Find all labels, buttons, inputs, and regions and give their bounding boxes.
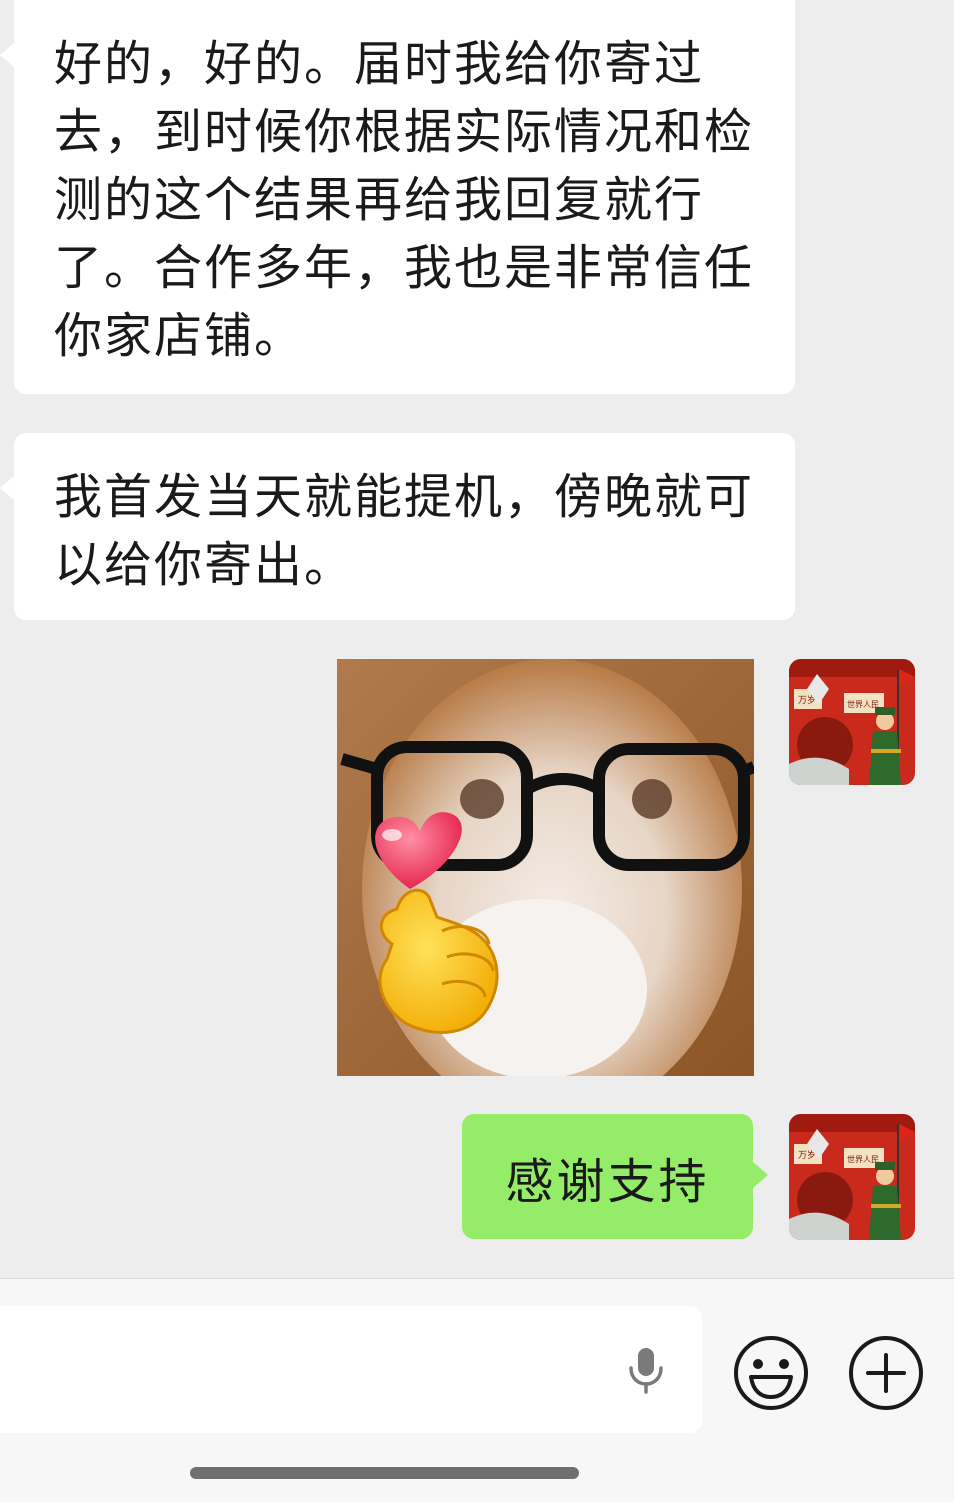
plus-icon[interactable] (846, 1333, 926, 1413)
dog-glasses-sticker (337, 659, 757, 1119)
user-avatar[interactable]: 万岁 世界人民 (789, 1114, 915, 1240)
outgoing-message-bubble[interactable]: 感谢支持 (462, 1114, 768, 1239)
incoming-message-bubble[interactable]: 我首发当天就能提机，傍晚就可以给你寄出。 (0, 433, 795, 620)
sticker-image[interactable] (337, 659, 757, 1119)
sign-text: 世界人民 (847, 1154, 879, 1164)
message-text: 感谢支持 (505, 1153, 710, 1210)
input-bar (0, 1278, 954, 1502)
soldier-avatar-image: 万岁 世界人民 (789, 659, 915, 785)
message-input[interactable] (0, 1306, 702, 1433)
chat-area[interactable]: 好的，好的。届时我给你寄过去，到时候你根据实际情况和检测的这个结果再给我回复就行… (0, 0, 954, 1278)
message-text: 好的，好的。届时我给你寄过去，到时候你根据实际情况和检测的这个结果再给我回复就行… (54, 36, 755, 364)
soldier-avatar-image: 万岁 世界人民 (789, 1114, 915, 1240)
user-avatar[interactable]: 万岁 世界人民 (789, 659, 915, 785)
sign-text: 世界人民 (847, 699, 879, 709)
smiley-icon[interactable] (731, 1333, 811, 1413)
home-indicator (190, 1467, 579, 1479)
microphone-icon[interactable] (620, 1344, 672, 1396)
message-text: 我首发当天就能提机，傍晚就可以给你寄出。 (54, 469, 755, 593)
incoming-message-bubble[interactable]: 好的，好的。届时我给你寄过去，到时候你根据实际情况和检测的这个结果再给我回复就行… (0, 0, 795, 394)
